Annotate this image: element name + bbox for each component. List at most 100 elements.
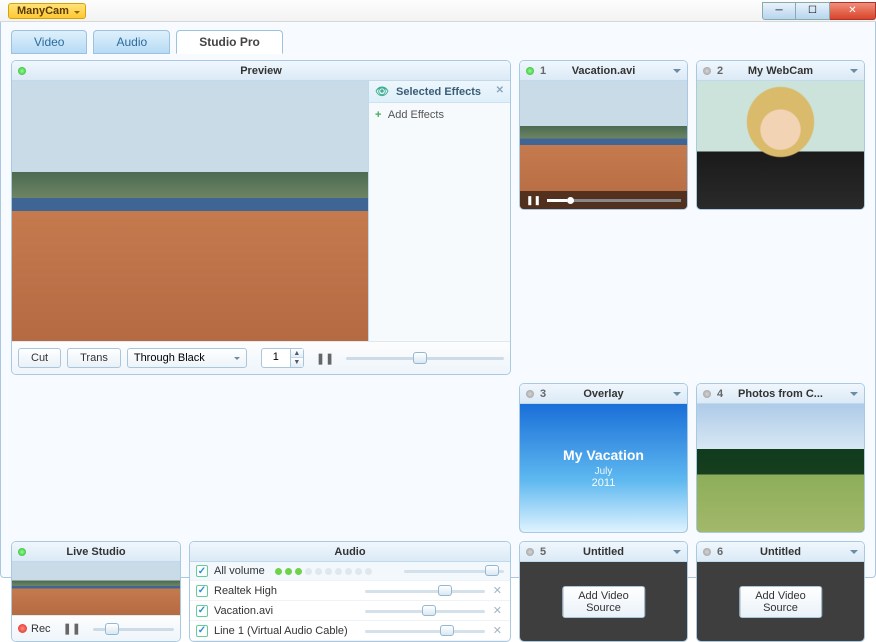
slider-thumb-icon [422,605,436,616]
add-effects-label: Add Effects [388,109,444,121]
source-thumbnail-1[interactable]: ❚❚ [520,81,687,209]
audio-channel-label: Vacation.avi [214,605,273,617]
app-menu-button[interactable]: ManyCam [8,3,86,19]
source-inactive-indicator-icon [526,390,534,398]
live-studio-title: Live Studio [66,546,125,558]
audio-channel-slider[interactable] [365,625,485,637]
preview-title: Preview [240,65,282,77]
audio-channel-slider[interactable] [365,605,485,617]
source-seek-slider[interactable] [547,199,681,202]
add-video-source-button[interactable]: Add Video Source [739,586,823,618]
preview-viewport[interactable] [12,81,368,341]
tab-studio-pro[interactable]: Studio Pro [176,30,283,54]
cut-button[interactable]: Cut [18,348,61,368]
source-number: 1 [540,65,546,77]
source-pause-button[interactable]: ❚❚ [526,195,541,206]
overlay-subtitle: July [595,466,613,477]
audio-channel-remove-icon[interactable]: ✕ [491,604,504,617]
all-volume-label: All volume [214,565,265,577]
source-number: 3 [540,388,546,400]
source-inactive-indicator-icon [703,390,711,398]
audio-channel-label: Realtek High [214,585,277,597]
close-icon: ✕ [848,5,856,16]
source-thumbnail-4[interactable] [697,404,864,532]
maximize-icon: ☐ [808,5,817,16]
add-video-source-button[interactable]: Add Video Source [562,586,646,618]
source-header-4[interactable]: 4 Photos from C... [697,384,864,404]
source-number: 2 [717,65,723,77]
effects-panel: 👁 Selected Effects ✕ + Add Effects [368,81,510,341]
source-playbar: ❚❚ [520,191,687,209]
live-seek-slider[interactable] [93,622,174,636]
add-effects-button[interactable]: + Add Effects [369,103,510,127]
slider-thumb-icon [105,623,119,635]
source-title: Untitled [583,546,624,558]
source-title: Overlay [583,388,623,400]
chevron-down-icon[interactable] [673,392,681,400]
close-button[interactable]: ✕ [830,2,876,20]
overlay-year: 2011 [592,477,616,489]
overlay-title: My Vacation [563,447,644,463]
slider-thumb-icon [440,625,454,636]
chevron-down-icon[interactable] [673,550,681,558]
source-active-indicator-icon [526,67,534,75]
preview-pause-button[interactable]: ❚❚ [310,350,340,367]
minimize-button[interactable]: ─ [762,2,796,20]
transition-mode-select[interactable]: Through Black [127,348,247,368]
audio-channel-remove-icon[interactable]: ✕ [491,624,504,637]
tab-video[interactable]: Video [11,30,87,54]
source-number: 4 [717,388,723,400]
tab-audio[interactable]: Audio [93,30,170,54]
eye-icon: 👁 [375,86,389,98]
stepper-down-icon[interactable]: ▼ [291,358,303,367]
effects-close-icon[interactable]: ✕ [496,85,504,96]
preview-seek-slider[interactable] [346,351,504,365]
source-header-2[interactable]: 2 My WebCam [697,61,864,81]
source-header-5[interactable]: 5 Untitled [520,542,687,562]
all-volume-checkbox[interactable]: ✓ [196,565,208,577]
slider-thumb-icon [413,352,427,364]
chevron-down-icon[interactable] [673,69,681,77]
trans-button[interactable]: Trans [67,348,121,368]
plus-icon: + [375,109,381,121]
audio-panel-title: Audio [334,546,365,558]
chevron-down-icon[interactable] [850,392,858,400]
source-thumbnail-2[interactable] [697,81,864,209]
vu-meter [275,568,372,575]
audio-channel-slider[interactable] [365,585,485,597]
record-button[interactable]: Rec [18,623,51,635]
record-icon [18,624,27,633]
live-active-indicator-icon [18,548,26,556]
live-pause-button[interactable]: ❚❚ [57,620,87,637]
source-number: 5 [540,546,546,558]
all-volume-slider[interactable] [404,565,504,577]
live-studio-viewport[interactable] [12,562,180,615]
audio-channel-checkbox[interactable]: ✓ [196,585,208,597]
minimize-icon: ─ [775,5,782,16]
slider-thumb-icon [438,585,452,596]
source-number: 6 [717,546,723,558]
effects-title: Selected Effects [396,86,481,98]
source-title: Untitled [760,546,801,558]
transition-duration-input[interactable]: 1 [261,348,291,368]
source-inactive-indicator-icon [703,548,711,556]
source-header-1[interactable]: 1 Vacation.avi [520,61,687,81]
stepper-up-icon[interactable]: ▲ [291,349,303,358]
source-title: My WebCam [748,65,813,77]
source-header-3[interactable]: 3 Overlay [520,384,687,404]
preview-image [12,81,368,341]
duration-stepper[interactable]: ▲▼ [291,348,304,368]
source-inactive-indicator-icon [526,548,534,556]
audio-channel-checkbox[interactable]: ✓ [196,625,208,637]
maximize-button[interactable]: ☐ [796,2,830,20]
audio-channel-remove-icon[interactable]: ✕ [491,584,504,597]
audio-channel-label: Line 1 (Virtual Audio Cable) [214,625,348,637]
source-inactive-indicator-icon [703,67,711,75]
chevron-down-icon[interactable] [850,69,858,77]
source-header-6[interactable]: 6 Untitled [697,542,864,562]
source-thumbnail-3[interactable]: My Vacation July 2011 [520,404,687,532]
chevron-down-icon[interactable] [850,550,858,558]
record-label: Rec [31,623,51,635]
audio-channel-checkbox[interactable]: ✓ [196,605,208,617]
source-thumbnail-6: Add Video Source [697,562,864,641]
